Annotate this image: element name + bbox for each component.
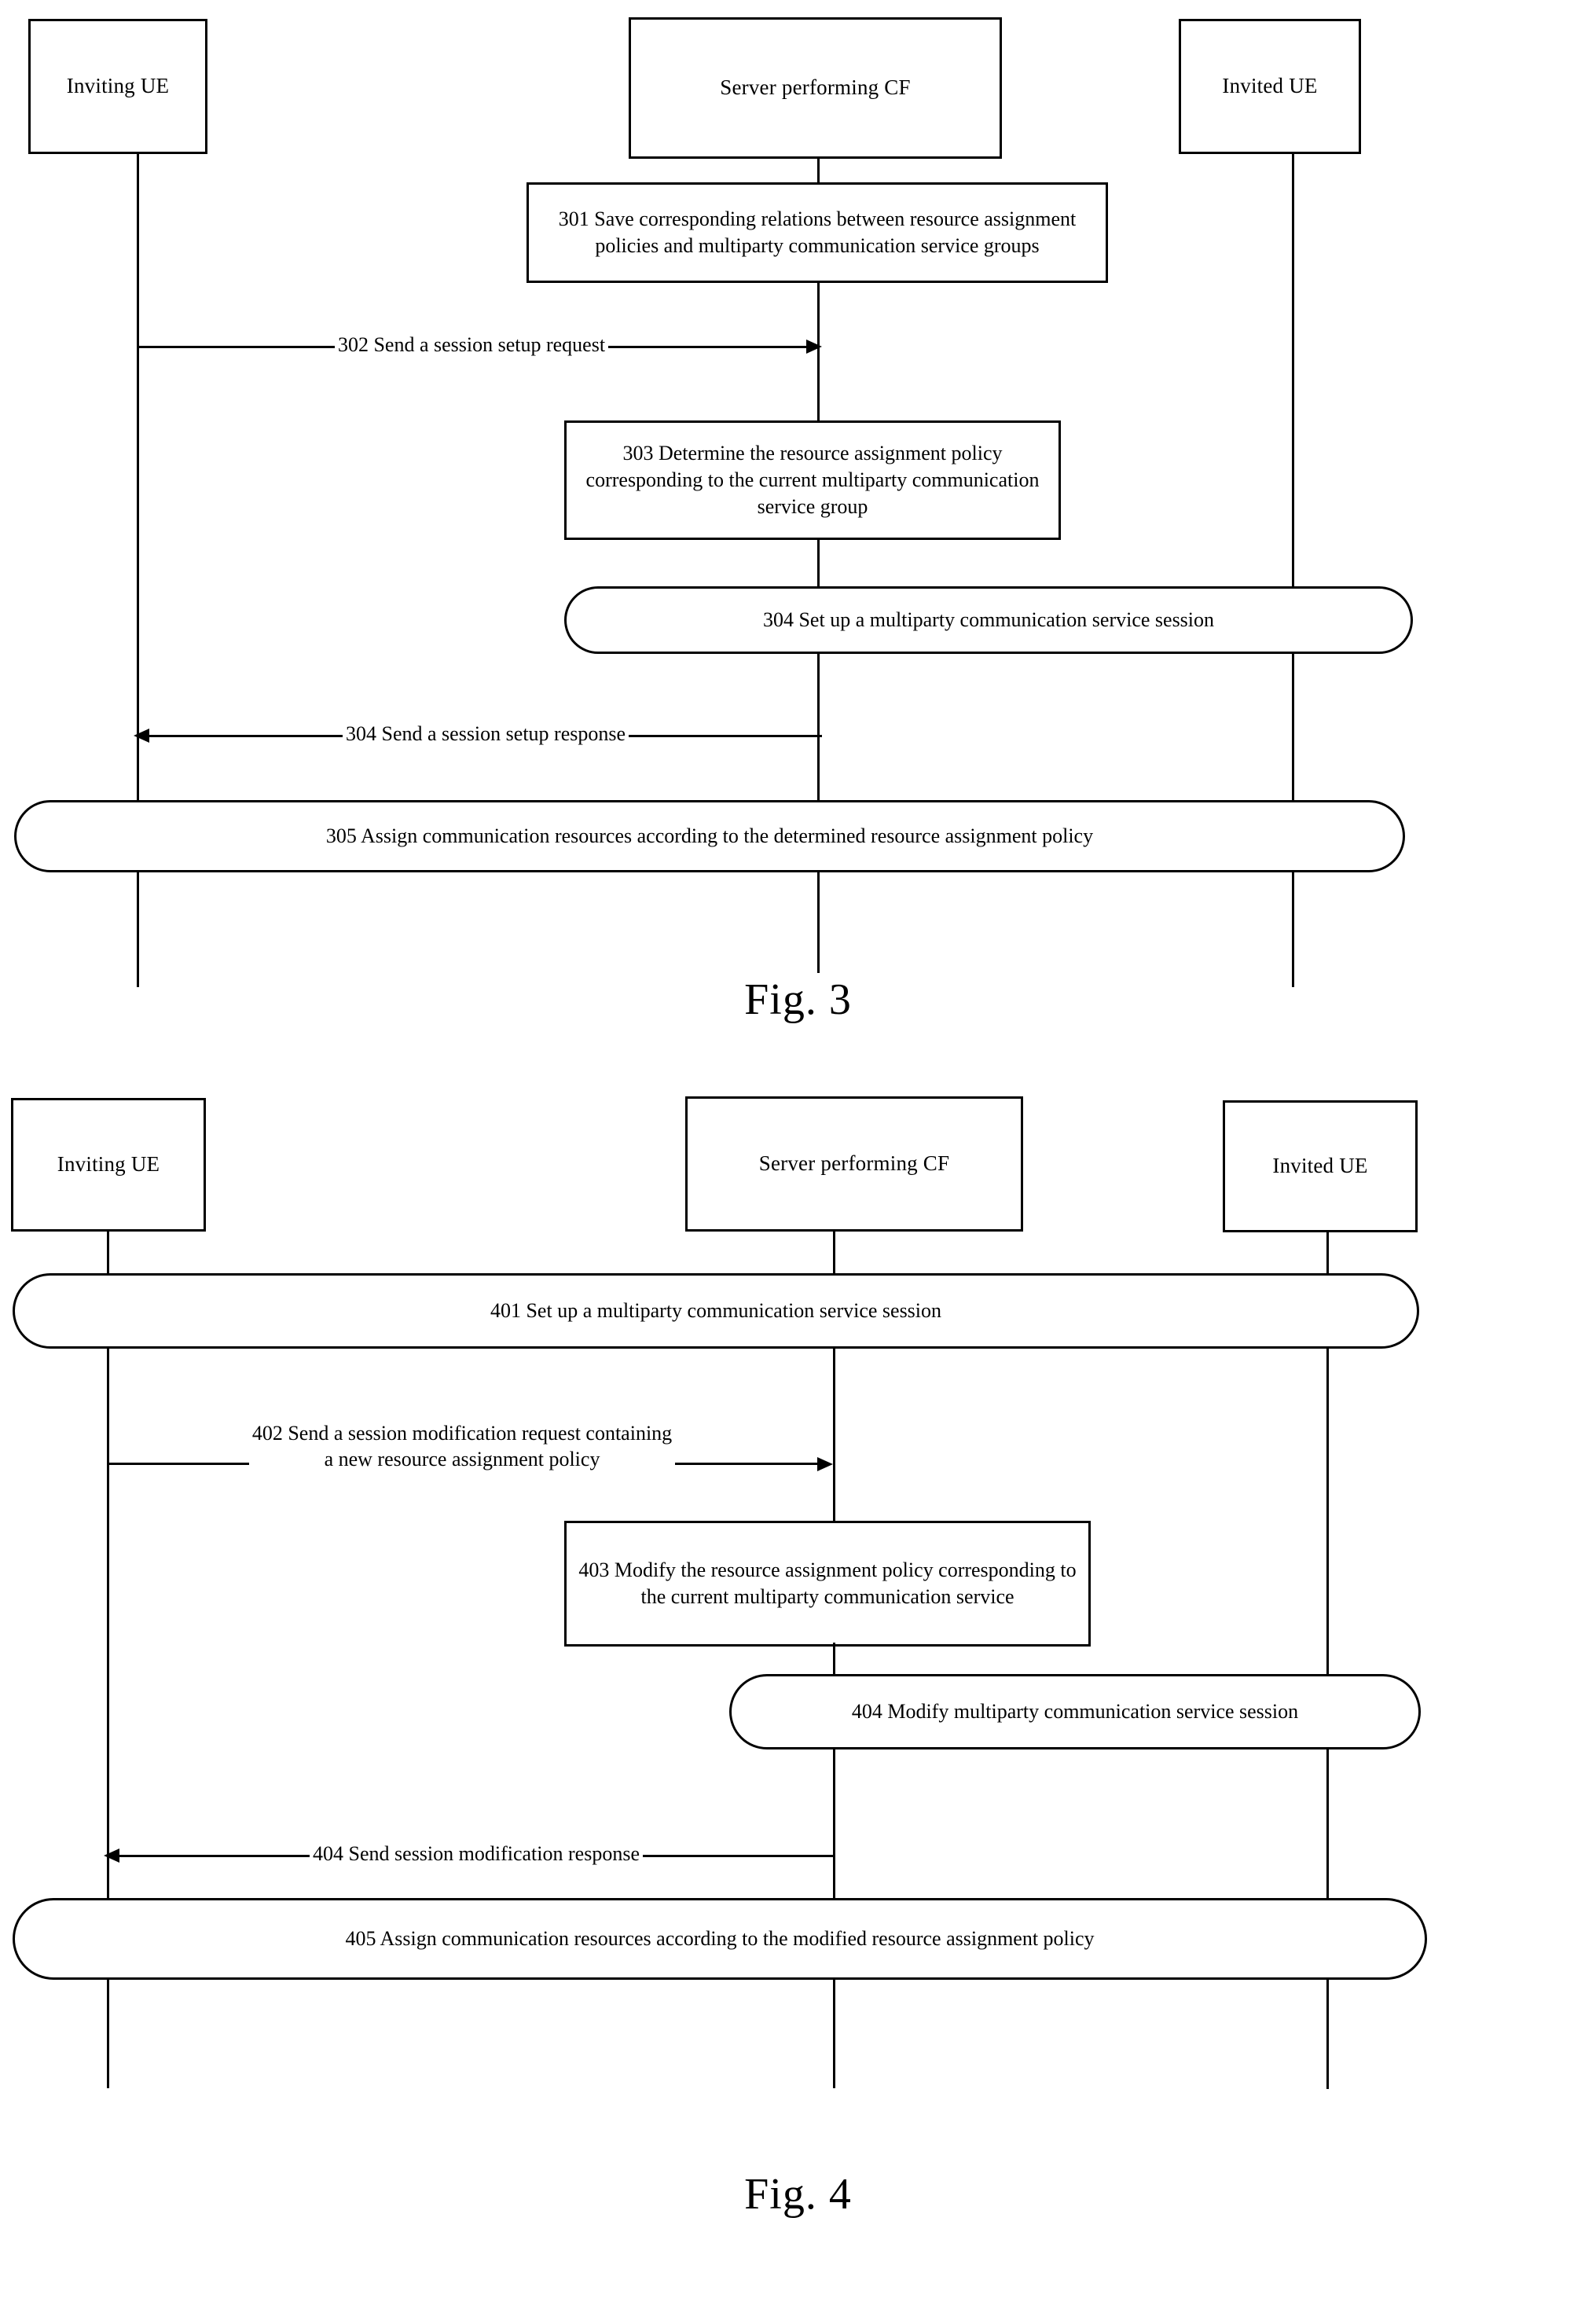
- fig3-message-302-arrowhead-icon: [806, 340, 822, 354]
- fig3-actor-inviting-ue: Inviting UE: [28, 19, 207, 154]
- fig4-actor-inviting-ue: Inviting UE: [11, 1098, 206, 1232]
- fig3-message-304-response: 304 Send a session setup response: [134, 721, 823, 749]
- fig4-actor-invited-ue: Invited UE: [1223, 1100, 1418, 1232]
- fig3-message-304-line-right: [629, 734, 823, 737]
- fig3-step-301-box: 301 Save corresponding relations between…: [526, 182, 1108, 283]
- fig3-message-304-line-left: [149, 734, 343, 737]
- fig3-caption: Fig. 3: [744, 975, 852, 1024]
- fig4-message-404-arrowhead-icon: [104, 1849, 119, 1863]
- fig3-actor-invited-ue-label: Invited UE: [1222, 74, 1318, 98]
- fig3-message-304-arrowhead-icon: [134, 729, 149, 743]
- fig4-connector-to-step-404: [833, 1643, 835, 1677]
- fig4-message-404-line-left: [119, 1854, 310, 1857]
- fig4-actor-inviting-ue-label: Inviting UE: [57, 1152, 160, 1177]
- fig3-step-303-label: 303 Determine the resource assignment po…: [585, 441, 1040, 519]
- fig4-actor-server-cf: Server performing CF: [685, 1096, 1023, 1232]
- fig3-message-302-label: 302 Send a session setup request: [334, 332, 609, 358]
- fig4-message-404-label: 404 Send session modification response: [310, 1841, 643, 1867]
- fig4-step-405-rounded-box: 405 Assign communication resources accor…: [13, 1898, 1427, 1980]
- fig3-message-302-line-right: [608, 345, 806, 348]
- fig4-step-403-box: 403 Modify the resource assignment polic…: [564, 1521, 1091, 1647]
- fig4-connector-to-step-403: [833, 1478, 835, 1523]
- fig4-step-403-label: 403 Modify the resource assignment polic…: [578, 1558, 1077, 1608]
- fig4-actor-invited-ue-label: Invited UE: [1272, 1154, 1368, 1178]
- fig4-step-404-rounded-box: 404 Modify multiparty communication serv…: [729, 1674, 1421, 1749]
- fig3-message-304-label: 304 Send a session setup response: [343, 721, 629, 747]
- fig3-actor-server-cf: Server performing CF: [629, 17, 1002, 159]
- fig4-message-402-label: 402 Send a session modification request …: [248, 1421, 676, 1472]
- fig4-message-402-line-right: [675, 1463, 818, 1465]
- fig3-step-305-rounded-box: 305 Assign communication resources accor…: [14, 800, 1405, 872]
- fig4-step-404-label: 404 Modify multiparty communication serv…: [851, 1700, 1299, 1724]
- fig3-step-301-label: 301 Save corresponding relations between…: [558, 207, 1077, 257]
- fig4-step-405-label: 405 Assign communication resources accor…: [345, 1927, 1095, 1951]
- fig3-connector-to-step-303: [817, 373, 820, 422]
- fig3-message-302: 302 Send a session setup request: [137, 332, 822, 360]
- fig3-connector-to-step-301: [817, 159, 820, 184]
- fig4-actor-server-cf-label: Server performing CF: [758, 1151, 950, 1176]
- fig4-message-402-arrowhead-icon: [817, 1456, 834, 1471]
- fig3-actor-inviting-ue-label: Inviting UE: [66, 74, 170, 98]
- patent-drawing-sheet: Inviting UE Server performing CF Invited…: [0, 0, 1596, 2324]
- fig4-message-402-line-left: [107, 1463, 249, 1465]
- fig3-connector-to-step-304: [817, 538, 820, 587]
- fig3-actor-invited-ue: Invited UE: [1179, 19, 1361, 154]
- fig4-message-404-response: 404 Send session modification response: [104, 1841, 834, 1869]
- fig4-step-401-label: 401 Set up a multiparty communication se…: [490, 1299, 942, 1323]
- fig4-step-401-rounded-box: 401 Set up a multiparty communication se…: [13, 1273, 1419, 1349]
- fig3-message-302-line-left: [137, 345, 335, 348]
- fig4-message-404-line-right: [642, 1854, 834, 1857]
- fig4-caption: Fig. 4: [744, 2170, 852, 2219]
- fig3-step-305-label: 305 Assign communication resources accor…: [325, 824, 1094, 848]
- fig3-actor-server-cf-label: Server performing CF: [720, 75, 911, 100]
- fig3-step-304-label: 304 Set up a multiparty communication se…: [762, 608, 1215, 632]
- fig3-step-304-rounded-box: 304 Set up a multiparty communication se…: [564, 586, 1413, 654]
- fig3-step-303-box: 303 Determine the resource assignment po…: [564, 420, 1061, 540]
- fig4-message-402: 402 Send a session modification request …: [107, 1421, 834, 1489]
